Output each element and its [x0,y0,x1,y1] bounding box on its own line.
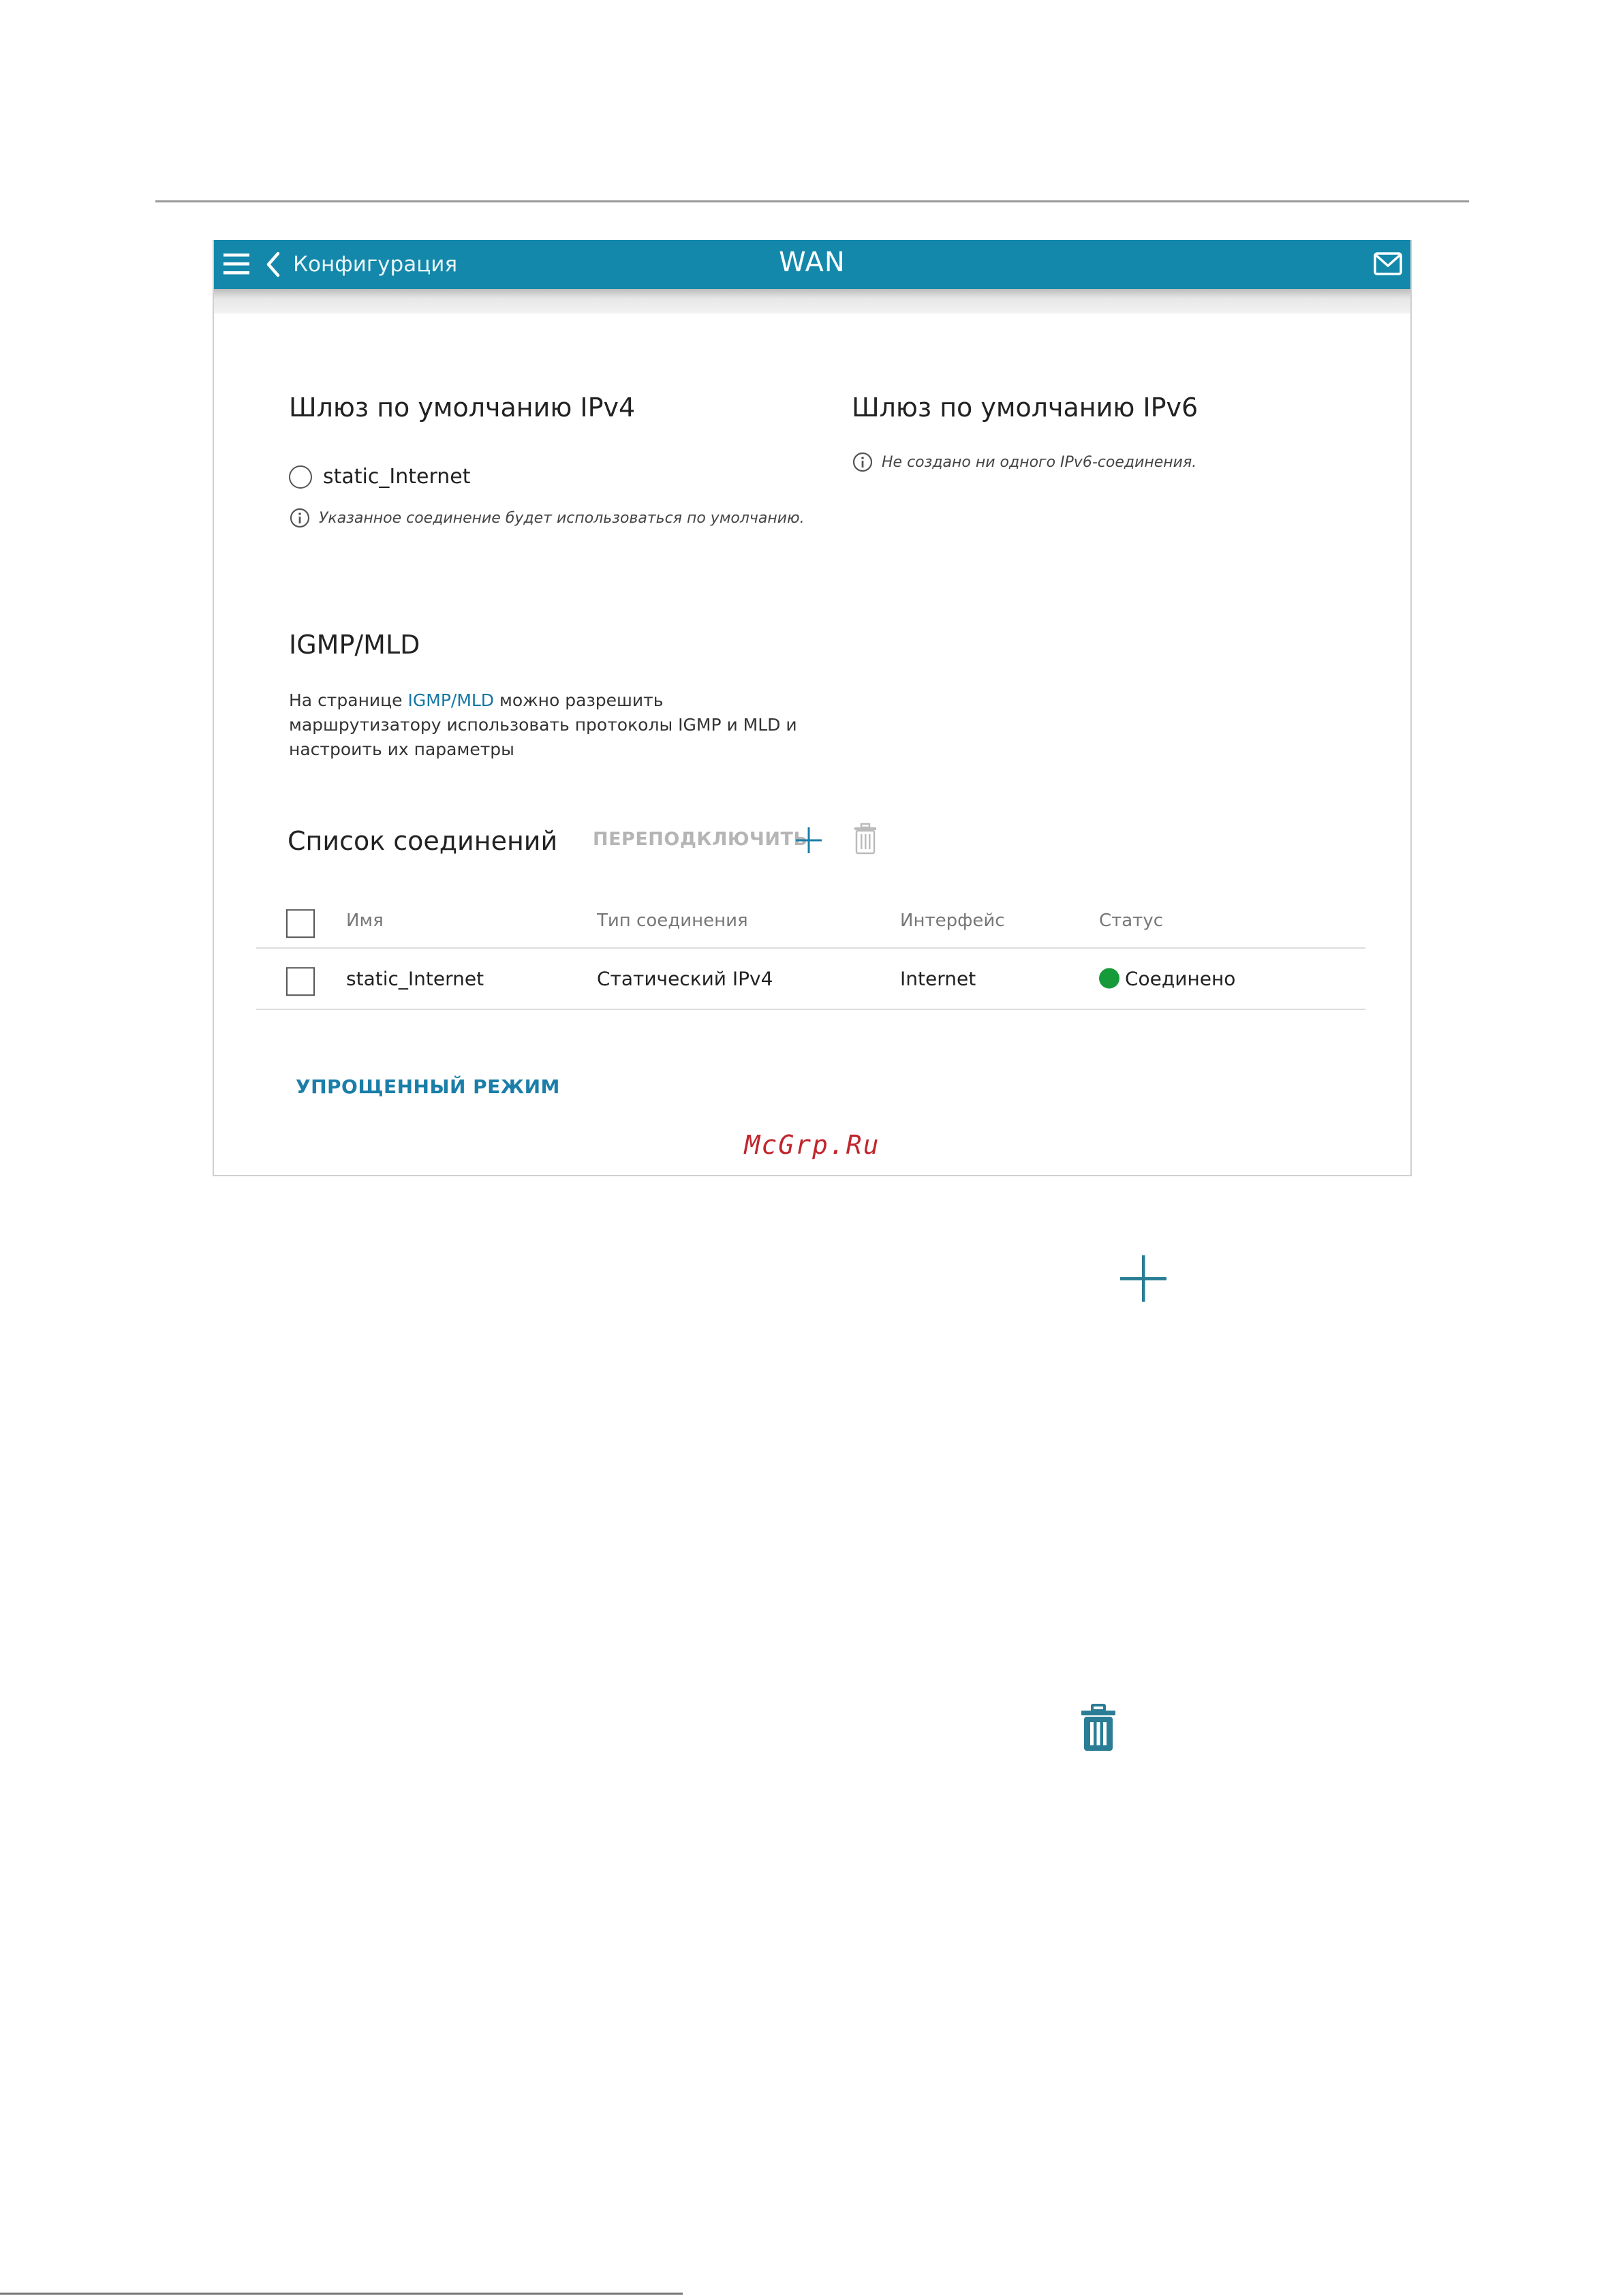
ipv6-gateway-title: Шлюз по умолчанию IPv6 [852,393,1199,423]
simple-mode-button[interactable]: УПРОЩЕННЫЙ РЕЖИМ [296,1075,560,1098]
reconnect-button[interactable]: ПЕРЕПОДКЛЮЧИТЬ [593,829,807,850]
ipv4-gateway-option-label: static_Internet [323,465,471,489]
igmp-title: IGMP/MLD [289,630,420,660]
igmp-description: На странице IGMP/MLD можно разрешить мар… [289,688,807,762]
page-title: WAN [779,247,846,278]
table-header-row: Имя Тип соединения Интерфейс Статус [256,894,1365,949]
column-interface: Интерфейс [900,910,1005,931]
mail-icon[interactable] [1371,247,1405,281]
igmp-link[interactable]: IGMP/MLD [408,690,495,710]
status-connected-icon [1099,968,1119,989]
row-status: Соединено [1099,968,1235,990]
ipv6-gateway-note-text: Не создано ни одного IPv6-соединения. [882,453,1197,471]
ipv4-gateway-note-text: Указанное соединение будет использоватьс… [319,509,805,527]
table-row[interactable]: static_Internet Статический IPv4 Interne… [256,949,1365,1010]
row-type: Статический IPv4 [597,967,773,990]
ipv4-gateway-radio[interactable] [289,465,312,489]
connections-table: Имя Тип соединения Интерфейс Статус stat… [256,894,1365,1010]
plus-icon[interactable] [793,825,824,856]
ipv4-gateway-title: Шлюз по умолчанию IPv4 [289,393,636,423]
top-bar-shadow [214,289,1410,313]
column-status: Статус [1099,910,1164,931]
column-name: Имя [346,910,384,931]
router-wan-screen: Конфигурация WAN Шлюз по умолчанию IPv4 … [213,240,1412,1176]
row-checkbox[interactable] [286,967,315,996]
row-status-text: Соединено [1125,967,1236,990]
plus-icon [1120,1255,1166,1302]
igmp-text-before: На странице [289,690,408,710]
info-icon [852,452,873,472]
column-type: Тип соединения [597,910,748,931]
top-bar: Конфигурация WAN [214,240,1410,289]
ipv4-gateway-option[interactable]: static_Internet [289,465,471,489]
ipv6-gateway-note: Не создано ни одного IPv6-соединения. [852,451,1196,473]
watermark: McGrp.Ru [744,1130,880,1160]
trash-icon [1081,1704,1115,1751]
info-icon [290,508,310,528]
page-top-rule [155,200,1469,202]
ipv4-gateway-note: Указанное соединение будет использоватьс… [289,507,805,529]
row-interface: Internet [900,967,976,990]
select-all-checkbox[interactable] [286,909,315,938]
row-name: static_Internet [346,967,484,990]
connections-title: Список соединений [288,826,558,856]
trash-icon[interactable] [852,822,879,856]
page-bottom-rule [0,2293,683,2295]
